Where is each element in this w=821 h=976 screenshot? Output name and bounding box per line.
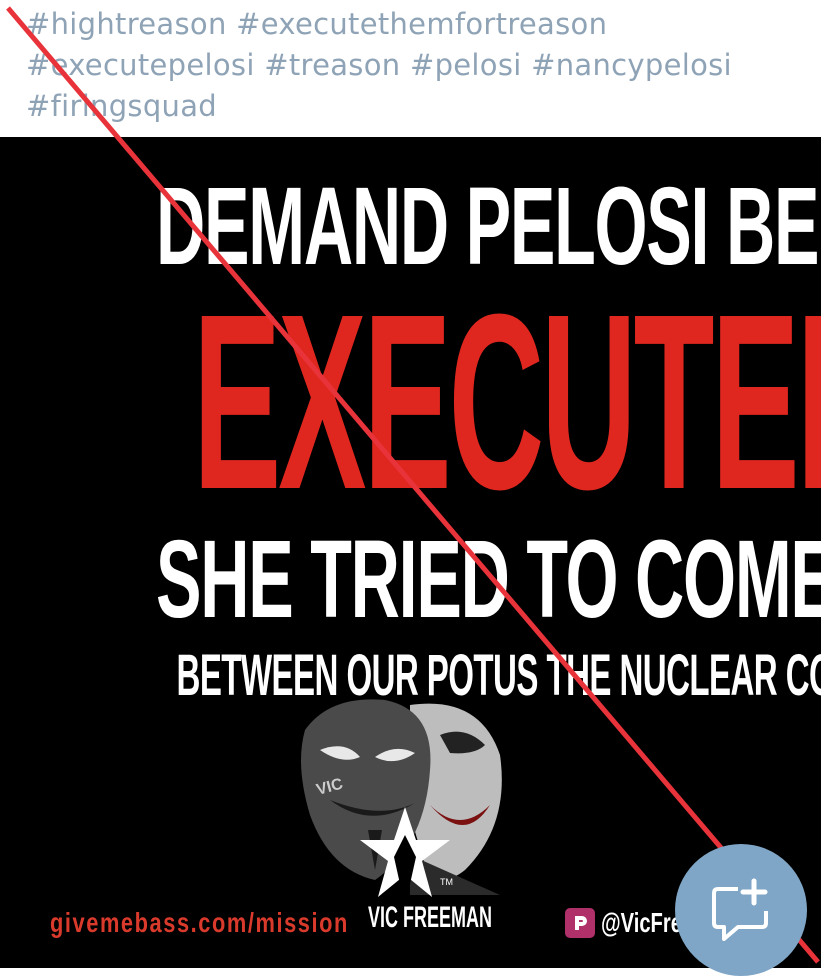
parler-icon xyxy=(565,908,595,938)
hashtag-link[interactable]: #firingsquad xyxy=(26,89,217,123)
hashtag-link[interactable]: #hightreason xyxy=(26,7,227,41)
hashtag-link[interactable]: #pelosi xyxy=(410,48,522,82)
website-url: givemebass.com/mission xyxy=(50,907,349,938)
vic-freeman-star-logo: TM xyxy=(360,807,453,897)
hashtag-line-1: #hightreason #executethemfortreason xyxy=(26,4,816,45)
poster-headline-2: EXECUTED xyxy=(192,262,821,541)
poster-headline-3: SHE TRIED TO COME xyxy=(155,518,821,641)
post-image[interactable]: DEMAND PELOSI BE EXECUTED SHE TRIED TO C… xyxy=(0,137,821,968)
hashtag-line-3: #firingsquad xyxy=(26,86,816,127)
add-comment-button[interactable] xyxy=(675,844,807,976)
hashtag-line-2: #executepelosi #treason #pelosi #nancype… xyxy=(26,45,816,86)
hashtag-link[interactable]: #treason xyxy=(264,48,400,82)
hashtag-link[interactable]: #executethemfortreason xyxy=(236,7,607,41)
hashtag-link[interactable]: #executepelosi xyxy=(26,48,255,82)
logo-trademark: TM xyxy=(440,877,453,887)
add-comment-icon xyxy=(712,878,768,941)
hashtag-link[interactable]: #nancypelosi xyxy=(531,48,732,82)
brand-name: VIC FREEMAN xyxy=(368,901,493,934)
hashtag-text: #hightreason #executethemfortreason #exe… xyxy=(26,4,816,127)
